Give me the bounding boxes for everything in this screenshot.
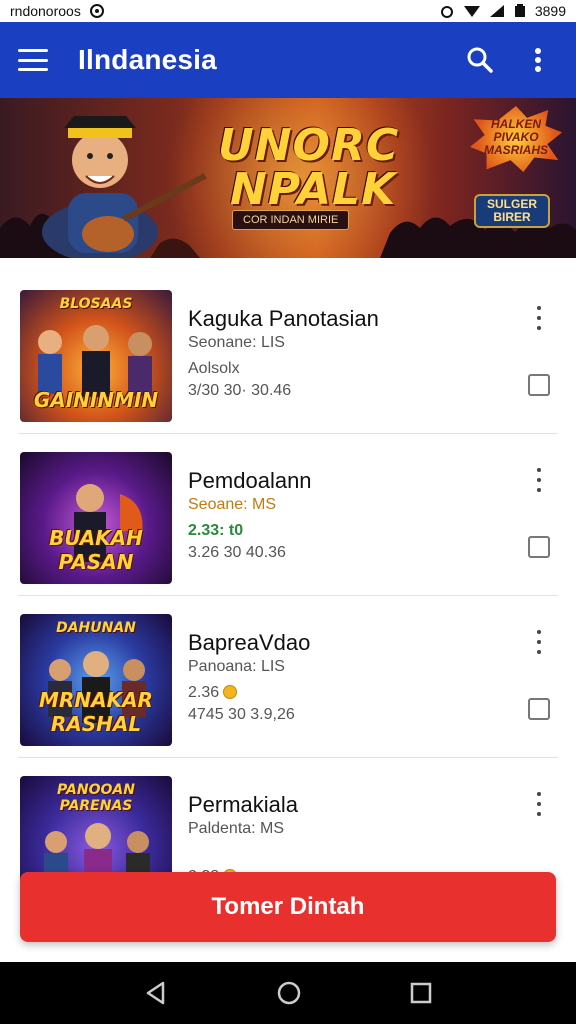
banner-title-line2: NPALK xyxy=(230,164,397,215)
item-detail: 2.33: t0 xyxy=(188,522,244,539)
badge-top-text: HALKEN PIVAKO MASRIAHS xyxy=(483,117,548,157)
notification-icon xyxy=(89,4,104,18)
item-stats: 3.26 30 40.36 xyxy=(188,544,286,561)
battery-icon xyxy=(514,4,525,17)
back-icon[interactable] xyxy=(143,980,169,1006)
system-nav-bar xyxy=(0,962,576,1024)
thumbnail: BUAKAH PASAN xyxy=(20,452,172,584)
item-stats: 3/30 30· 30.46 xyxy=(188,382,292,399)
thumbnail: BLOSAAS GAININMIN xyxy=(20,290,172,422)
more-vert-icon[interactable] xyxy=(530,306,548,330)
menu-icon[interactable] xyxy=(18,49,48,71)
search-button[interactable] xyxy=(460,40,500,80)
item-title: Permakiala xyxy=(188,792,299,817)
coin-icon xyxy=(223,685,238,699)
list-item[interactable]: BUAKAH PASAN Pemdoalann Seoane: MS 2.33:… xyxy=(18,434,558,596)
thumbnail-top-text: BLOSAAS xyxy=(59,296,133,312)
item-detail: Aolsolx xyxy=(188,360,240,377)
thumbnail: DAHUNAN MRNAKAR RASHAL xyxy=(20,614,172,746)
status-left-text: rndonoroos xyxy=(10,3,81,19)
badge-bottom-text: SULGER BIRER xyxy=(486,197,537,224)
recents-icon[interactable] xyxy=(409,981,433,1005)
item-title: Pemdoalann xyxy=(188,468,312,493)
guitarist-illustration xyxy=(42,116,207,258)
signal-icon xyxy=(489,5,504,17)
banner-title: UNORC NPALK xyxy=(218,124,399,212)
overflow-menu-button[interactable] xyxy=(518,40,558,80)
promo-banner[interactable]: UNORC NPALK COR INDAN MIRIE HALKEN PIVAK… xyxy=(0,98,576,258)
item-detail-text: 2.36 xyxy=(188,684,220,701)
wifi-icon xyxy=(463,6,480,17)
list-item[interactable]: DAHUNAN MRNAKAR RASHAL BapreaVdao Panoan… xyxy=(18,596,558,758)
app-bar: Ilndanesia xyxy=(0,22,576,98)
home-icon[interactable] xyxy=(276,980,302,1006)
more-vert-icon xyxy=(535,48,541,72)
select-checkbox[interactable] xyxy=(528,698,550,720)
item-subtitle: Seoane: MS xyxy=(188,496,277,513)
item-subtitle: Paldenta: MS xyxy=(188,820,285,837)
search-icon xyxy=(467,47,493,73)
item-detail: 2.36 xyxy=(188,684,238,702)
item-stats: 4745 30 3.9,26 xyxy=(188,706,295,723)
item-title: Kaguka Panotasian xyxy=(188,306,379,331)
thumbnail-text: MRNAKAR RASHAL xyxy=(39,688,153,736)
more-vert-icon[interactable] xyxy=(530,792,548,816)
more-vert-icon[interactable] xyxy=(530,630,548,654)
banner-subtitle: COR INDAN MIRIE xyxy=(232,210,350,230)
more-vert-icon[interactable] xyxy=(530,468,548,492)
item-subtitle: Panoana: LIS xyxy=(188,658,285,675)
status-time: 3899 xyxy=(534,3,566,19)
list-item[interactable]: BLOSAAS GAININMIN Kaguka Panotasian Seon… xyxy=(18,272,558,434)
game-list: BLOSAAS GAININMIN Kaguka Panotasian Seon… xyxy=(0,272,576,920)
thumbnail-text: GAININMIN xyxy=(33,388,159,412)
primary-action-button[interactable]: Tomer Dintah xyxy=(20,872,556,942)
item-title: BapreaVdao xyxy=(188,630,311,655)
select-checkbox[interactable] xyxy=(528,374,550,396)
alarm-icon xyxy=(440,6,453,18)
status-bar: rndonoroos 3899 xyxy=(0,0,576,22)
thumbnail-text: BUAKAH PASAN xyxy=(49,526,143,574)
thumbnail-top-text: PANOOAN PARENAS xyxy=(57,782,135,814)
item-subtitle: Seonane: LIS xyxy=(188,334,285,351)
thumbnail-top-text: DAHUNAN xyxy=(56,620,136,636)
select-checkbox[interactable] xyxy=(528,536,550,558)
page-title: Ilndanesia xyxy=(78,44,217,75)
